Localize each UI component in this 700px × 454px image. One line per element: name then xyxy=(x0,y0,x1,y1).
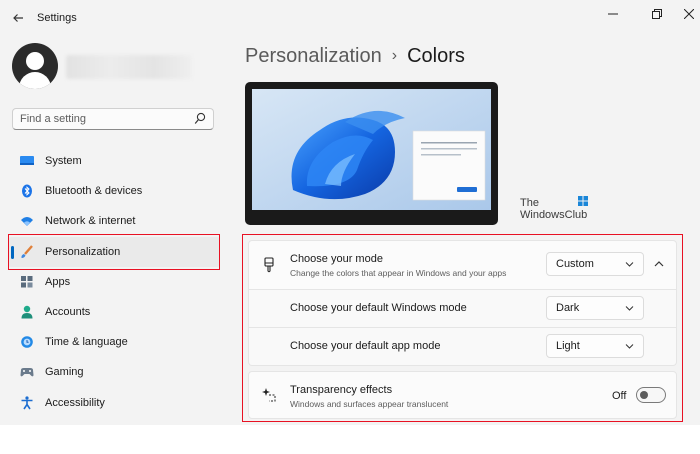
sidebar-item-label: Network & internet xyxy=(45,215,136,228)
sidebar-item-apps[interactable]: Apps xyxy=(8,267,220,297)
avatar[interactable] xyxy=(12,43,58,89)
sidebar-item-label: Time & language xyxy=(45,336,128,349)
sidebar-nav: System Bluetooth & devices Network & int… xyxy=(8,146,220,418)
search-icon[interactable] xyxy=(194,112,206,126)
back-button[interactable] xyxy=(8,9,28,27)
sidebar-item-accessibility[interactable]: Accessibility xyxy=(8,388,220,418)
accessibility-icon xyxy=(21,395,33,409)
bluetooth-icon xyxy=(22,184,32,198)
settings-window: Settings Find a setting System Bluetooth… xyxy=(0,0,700,425)
minimize-button[interactable] xyxy=(599,4,627,24)
sidebar-item-label: Apps xyxy=(45,275,71,288)
page-title: Colors xyxy=(407,45,465,67)
arrow-left-icon xyxy=(13,14,23,22)
sidebar-item-label: System xyxy=(45,155,82,167)
blurred-user-name xyxy=(66,55,192,79)
sidebar-item-label: Accounts xyxy=(45,305,91,318)
close-icon xyxy=(683,8,695,20)
avatar-body xyxy=(19,72,51,89)
search-input[interactable] xyxy=(20,112,190,126)
person-icon xyxy=(21,305,33,319)
sidebar-item-bluetooth[interactable]: Bluetooth & devices xyxy=(8,176,220,206)
sidebar-item-label: Gaming xyxy=(45,366,84,379)
sidebar-item-accounts[interactable]: Accounts xyxy=(8,297,220,327)
close-button[interactable] xyxy=(675,4,700,24)
highlight-box-personalization xyxy=(8,234,220,270)
monitor-icon xyxy=(20,156,34,165)
wifi-icon xyxy=(21,217,33,227)
sidebar-item-system[interactable]: System xyxy=(8,146,220,176)
breadcrumb: Personalization › Colors xyxy=(245,45,465,68)
globe-clock-icon xyxy=(21,336,33,348)
avatar-head xyxy=(26,52,44,70)
breadcrumb-separator: › xyxy=(391,47,398,64)
title-bar: Settings xyxy=(0,0,700,36)
maximize-button[interactable] xyxy=(643,4,671,24)
watermark-line-2: WindowsClub xyxy=(520,209,588,221)
window-title: Settings xyxy=(37,12,77,24)
gamepad-icon xyxy=(20,368,34,377)
theme-preview xyxy=(245,82,498,225)
bottom-margin xyxy=(0,425,700,454)
windows-logo-icon xyxy=(578,196,588,206)
highlight-box-colors-settings xyxy=(242,234,683,422)
sidebar-item-network[interactable]: Network & internet xyxy=(8,206,220,236)
restore-icon xyxy=(652,9,662,19)
sidebar-item-gaming[interactable]: Gaming xyxy=(8,357,220,387)
sidebar-item-time-language[interactable]: Time & language xyxy=(8,327,220,357)
sidebar-item-label: Bluetooth & devices xyxy=(45,185,143,198)
sidebar-item-label: Accessibility xyxy=(45,396,105,409)
wallpaper-preview-image xyxy=(252,89,491,218)
apps-grid-icon xyxy=(21,275,33,288)
minimize-icon xyxy=(608,13,618,15)
search-box[interactable] xyxy=(12,108,214,130)
breadcrumb-parent[interactable]: Personalization xyxy=(245,45,382,67)
